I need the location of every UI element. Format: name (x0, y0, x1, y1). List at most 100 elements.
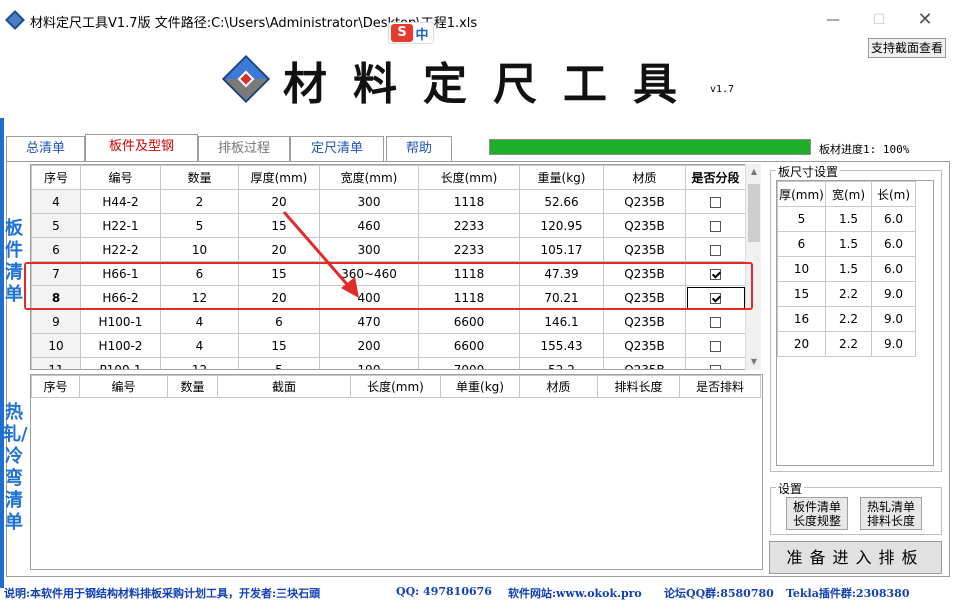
column-header[interactable]: 编号 (79, 375, 168, 398)
table-cell[interactable]: Q235B (603, 333, 686, 358)
column-header[interactable]: 材质 (519, 375, 598, 398)
table-cell[interactable]: 12 (160, 357, 239, 369)
table-cell[interactable]: Q235B (603, 189, 686, 214)
plate-list-length-normalize-button[interactable]: 板件清单 长度规整 (786, 497, 848, 530)
table-cell[interactable]: 2233 (418, 213, 520, 238)
table-cell[interactable]: 2.2 (825, 281, 872, 307)
table-cell[interactable]: Q235B (603, 237, 686, 262)
plate-list-grid[interactable]: 序号 编号 数量 厚度(mm) 宽度(mm) 长度(mm) 重量(kg) 材质 是否分段 4 H4… (30, 164, 761, 370)
table-cell[interactable]: 105.17 (519, 237, 604, 262)
plate-list-scrollbar[interactable]: ▲ ▼ (745, 164, 761, 370)
table-cell[interactable]: 1118 (418, 261, 520, 286)
start-nesting-button[interactable]: 准备进入排板 (769, 541, 942, 574)
table-cell[interactable]: 5 (238, 357, 320, 369)
split-checkbox[interactable] (710, 268, 721, 280)
table-cell[interactable]: 400 (319, 285, 419, 310)
split-cell[interactable] (685, 309, 746, 334)
table-cell[interactable]: 20 (238, 237, 320, 262)
table-row[interactable]: 15 2.2 9.0 (777, 281, 916, 307)
table-cell[interactable]: 6 (160, 261, 239, 286)
split-checkbox[interactable] (710, 220, 721, 232)
table-cell[interactable]: H22-1 (80, 213, 161, 238)
table-cell[interactable]: 9.0 (871, 281, 916, 307)
table-cell[interactable]: 2.2 (825, 306, 872, 332)
table-cell[interactable]: 1.5 (825, 206, 872, 232)
table-cell[interactable]: 70.21 (519, 285, 604, 310)
split-checkbox[interactable] (710, 292, 721, 304)
table-cell[interactable]: 120.95 (519, 213, 604, 238)
column-header[interactable]: 排料长度 (597, 375, 680, 398)
column-header[interactable]: 长度(mm) (350, 375, 441, 398)
tab-nesting-process[interactable]: 排板过程 (198, 136, 290, 162)
table-cell[interactable]: 15 (777, 281, 826, 307)
table-cell[interactable]: H22-2 (80, 237, 161, 262)
split-checkbox[interactable] (710, 196, 721, 208)
table-cell[interactable]: 6.0 (871, 231, 916, 257)
table-row[interactable]: 7 H66-1 6 15 360~460 1118 47.39 Q235B (31, 261, 746, 286)
table-cell[interactable]: 4 (160, 309, 239, 334)
table-cell[interactable]: 2233 (418, 237, 520, 262)
table-cell[interactable]: 20 (238, 285, 320, 310)
table-cell[interactable]: 15 (238, 261, 320, 286)
table-cell[interactable]: 470 (319, 309, 419, 334)
table-row[interactable]: 11 P100-1 12 5 190 7000 52.2 Q235B (31, 357, 746, 369)
table-cell[interactable]: 15 (238, 213, 320, 238)
table-cell[interactable]: 200 (319, 333, 419, 358)
support-section-view-button[interactable]: 支持截面查看 (868, 38, 946, 58)
table-cell[interactable]: 2.2 (825, 331, 872, 357)
minimize-button[interactable]: — (818, 10, 848, 30)
table-cell[interactable]: 5 (160, 213, 239, 238)
table-row[interactable]: 10 H100-2 4 15 200 6600 155.43 Q235B (31, 333, 746, 358)
column-header[interactable]: 宽(m) (825, 181, 872, 207)
table-cell[interactable]: Q235B (603, 285, 686, 310)
table-row[interactable]: 5 1.5 6.0 (777, 206, 916, 232)
table-cell[interactable]: 9.0 (871, 306, 916, 332)
column-header[interactable]: 材质 (603, 165, 686, 190)
split-checkbox[interactable] (710, 364, 721, 369)
tab-plates-and-sections[interactable]: 板件及型钢 (85, 134, 198, 162)
table-cell[interactable]: Q235B (603, 261, 686, 286)
table-cell[interactable]: Q235B (603, 309, 686, 334)
table-cell[interactable]: 1118 (418, 189, 520, 214)
split-cell[interactable] (685, 189, 746, 214)
column-header[interactable]: 编号 (80, 165, 161, 190)
column-header[interactable]: 数量 (167, 375, 218, 398)
table-cell[interactable]: 6600 (418, 333, 520, 358)
table-cell[interactable]: 4 (160, 333, 239, 358)
table-cell[interactable]: H100-1 (80, 309, 161, 334)
ime-indicator[interactable]: S 中 (388, 22, 434, 44)
split-cell[interactable] (685, 213, 746, 238)
column-header[interactable]: 长度(mm) (418, 165, 520, 190)
table-cell[interactable]: 300 (319, 237, 419, 262)
column-header[interactable]: 序号 (31, 375, 80, 398)
table-cell[interactable]: 6 (777, 231, 826, 257)
tab-help[interactable]: 帮助 (386, 136, 452, 162)
table-cell[interactable]: 1118 (418, 285, 520, 310)
table-cell[interactable]: 20 (238, 189, 320, 214)
column-header[interactable]: 宽度(mm) (319, 165, 419, 190)
table-cell[interactable]: H44-2 (80, 189, 161, 214)
table-cell[interactable]: 460 (319, 213, 419, 238)
maximize-button[interactable]: ☐ (864, 10, 894, 30)
table-cell[interactable]: 12 (160, 285, 239, 310)
table-cell[interactable]: 1.5 (825, 231, 872, 257)
table-cell[interactable]: H100-2 (80, 333, 161, 358)
table-cell[interactable]: 6 (238, 309, 320, 334)
split-checkbox[interactable] (710, 244, 721, 256)
hot-cold-list-grid[interactable]: 序号 编号 数量 截面 长度(mm) 单重(kg) 材质 排料长度 是否排料 (30, 374, 763, 570)
split-cell[interactable] (685, 285, 746, 310)
table-cell[interactable]: H66-2 (80, 285, 161, 310)
table-cell[interactable]: 6.0 (871, 206, 916, 232)
column-header[interactable]: 重量(kg) (519, 165, 604, 190)
table-cell[interactable]: 52.2 (519, 357, 604, 369)
table-cell[interactable]: 190 (319, 357, 419, 369)
table-cell[interactable]: 9.0 (871, 331, 916, 357)
hot-rolled-nesting-length-button[interactable]: 热轧清单 排料长度 (860, 497, 922, 530)
tab-cut-list[interactable]: 定尺清单 (290, 136, 384, 162)
split-checkbox[interactable] (710, 340, 721, 352)
table-cell[interactable]: 15 (238, 333, 320, 358)
column-header[interactable]: 截面 (217, 375, 351, 398)
table-cell[interactable]: 2 (160, 189, 239, 214)
close-button[interactable]: ✕ (910, 10, 940, 30)
table-row[interactable]: 9 H100-1 4 6 470 6600 146.1 Q235B (31, 309, 746, 334)
